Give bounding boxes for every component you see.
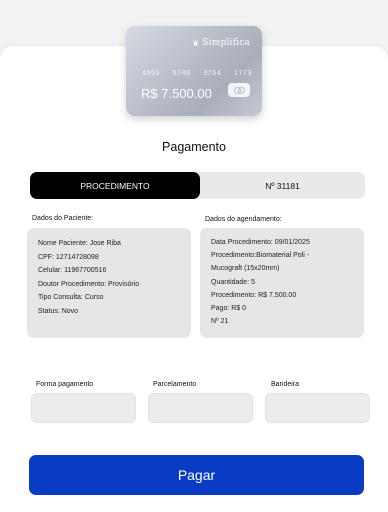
schedule-section-label: Dados do agendamento: bbox=[205, 216, 282, 223]
patient-section-label: Dados do Paciente: bbox=[32, 215, 94, 222]
forma-pagamento-select[interactable] bbox=[31, 393, 136, 423]
tab-procedimento[interactable]: PROCEDIMENTO bbox=[30, 172, 200, 199]
pay-button[interactable]: Pagar bbox=[29, 455, 364, 495]
leaf-icon: ❦ bbox=[192, 38, 200, 48]
patient-phone: Celular: 11967700516 bbox=[38, 267, 107, 275]
card-amount: R$ 7.500.00 bbox=[141, 86, 212, 101]
schedule-quantity: Quantidade: 5 bbox=[211, 278, 255, 286]
tab-bar: PROCEDIMENTO Nº 31181 bbox=[30, 172, 365, 199]
card-number-group: 6748 bbox=[172, 70, 191, 77]
card-network-logo-icon bbox=[228, 83, 250, 97]
parcelamento-label: Parcelamento bbox=[153, 381, 197, 388]
schedule-procedure: Procedimento:Biomaterial Poli - bbox=[211, 252, 310, 260]
patient-info-box: Nome Paciente: Jose Riba CPF: 1271472809… bbox=[27, 228, 191, 338]
schedule-date: Data Procedimento: 09/01/2025 bbox=[211, 239, 310, 246]
bandeira-select[interactable] bbox=[265, 393, 370, 423]
schedule-info-box: Data Procedimento: 09/01/2025 Procedimen… bbox=[200, 228, 364, 338]
patient-cpf: CPF: 12714728098 bbox=[38, 253, 99, 261]
credit-card: ❦ Simplifica 4563 6748 3754 1773 R$ 7.50… bbox=[126, 26, 262, 116]
card-brand-label: Simplifica bbox=[202, 38, 250, 48]
parcelamento-select[interactable] bbox=[148, 393, 253, 423]
patient-consult-type: Tipo Consulta: Curso bbox=[38, 294, 104, 302]
schedule-procedure-detail: Mucograft (15x20mm) bbox=[211, 265, 280, 273]
schedule-price: Procedimento: R$ 7.500.00 bbox=[211, 291, 297, 299]
page-title: Pagamento bbox=[162, 140, 226, 154]
card-number-group: 1773 bbox=[234, 70, 252, 77]
card-number-group: 3754 bbox=[203, 70, 222, 77]
card-number-group: 4563 bbox=[142, 70, 160, 77]
schedule-paid: Pago: R$ 0 bbox=[211, 305, 247, 313]
patient-status: Status: Novo bbox=[38, 307, 79, 315]
forma-pagamento-label: Forma pagamento bbox=[36, 381, 94, 388]
card-number: 4563 6748 3754 1773 bbox=[142, 70, 252, 77]
patient-doctor: Doutor Procedimento: Provisório bbox=[38, 280, 140, 288]
bandeira-label: Bandeira bbox=[271, 381, 300, 388]
patient-name: Nome Paciente: Jose Riba bbox=[38, 240, 121, 247]
tab-numero[interactable]: Nº 31181 bbox=[200, 172, 365, 199]
card-brand: ❦ Simplifica bbox=[192, 38, 250, 48]
schedule-number: Nº 21 bbox=[211, 318, 229, 326]
